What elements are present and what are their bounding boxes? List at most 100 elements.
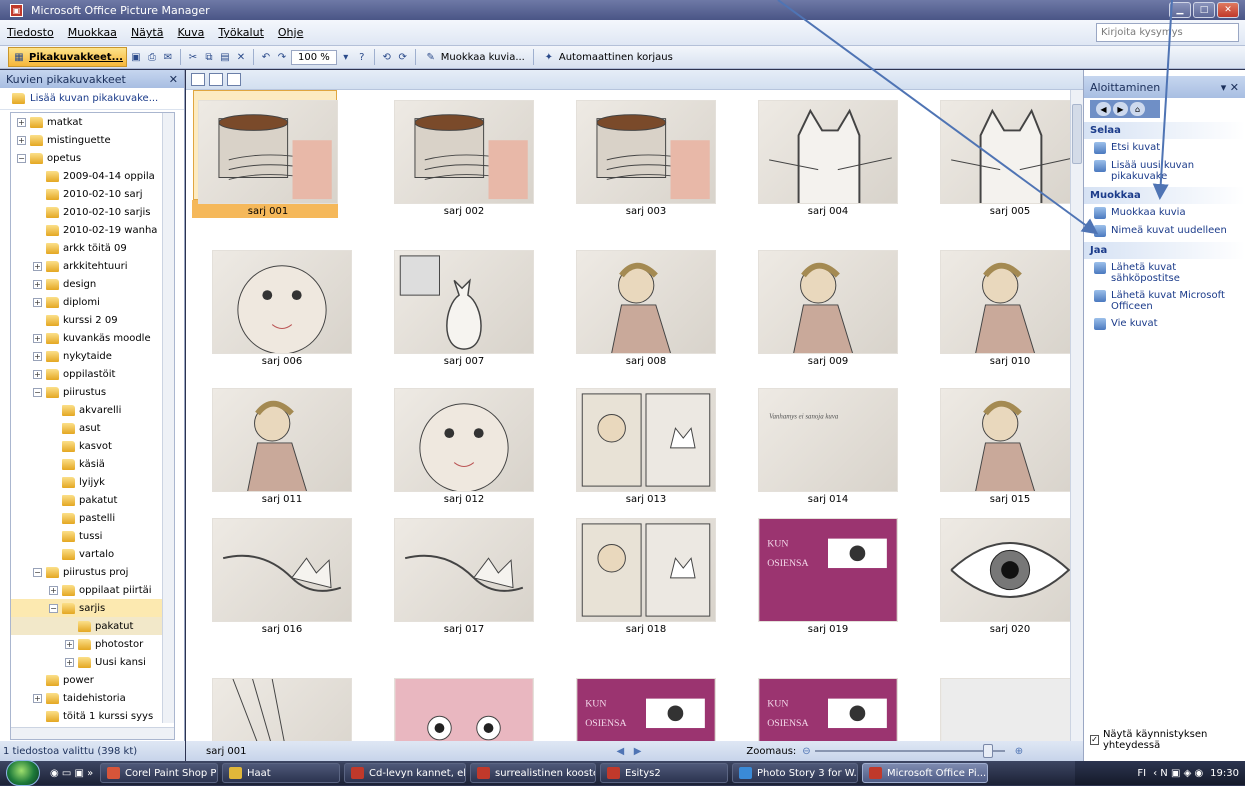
tree-item[interactable]: pakatut: [11, 617, 171, 635]
tree-item[interactable]: power: [11, 671, 171, 689]
taskbar-task[interactable]: Photo Story 3 for W...: [732, 763, 858, 783]
tree-item[interactable]: + matkat: [11, 113, 171, 131]
tree-item[interactable]: kasvot: [11, 437, 171, 455]
thumbnail[interactable]: sarj 012: [372, 378, 536, 505]
expand-toggle-icon[interactable]: +: [33, 297, 42, 307]
tray-icons[interactable]: ‹ N ▣ ◈ ◉: [1153, 768, 1203, 779]
export-pictures-link[interactable]: Vie kuvat: [1084, 315, 1245, 333]
thumbnail-view-icon[interactable]: [191, 73, 205, 86]
expand-toggle-icon[interactable]: −: [49, 603, 58, 613]
expand-toggle-icon[interactable]: +: [33, 369, 42, 379]
help-icon[interactable]: ?: [355, 50, 369, 64]
thumbnail[interactable]: sarj 018: [554, 508, 718, 635]
expand-toggle-icon[interactable]: +: [65, 657, 74, 667]
tree-item[interactable]: + oppilaat piirtäi: [11, 581, 171, 599]
save-icon[interactable]: ▣: [129, 50, 143, 64]
scroll-thumb[interactable]: [1072, 104, 1082, 164]
chevron-down-icon[interactable]: ▾ ✕: [1221, 81, 1239, 94]
tree-item[interactable]: − sarjis: [11, 599, 171, 617]
expand-toggle-icon[interactable]: −: [33, 387, 42, 397]
tree-item[interactable]: + design: [11, 275, 171, 293]
tree-item[interactable]: kurssi 2 09: [11, 311, 171, 329]
expand-toggle-icon[interactable]: +: [65, 639, 74, 649]
thumbnail[interactable]: KUN OSIENSA sarj 019: [736, 508, 900, 635]
close-icon[interactable]: ✕: [169, 73, 178, 86]
thumbnail[interactable]: KUN OSIENSA: [554, 668, 718, 741]
forward-icon[interactable]: ▶: [1113, 102, 1128, 116]
thumbnail[interactable]: sarj 011: [190, 378, 354, 505]
taskbar-task[interactable]: Cd-levyn kannet, el...: [344, 763, 466, 783]
show-at-startup-checkbox[interactable]: ✓: [1090, 735, 1099, 745]
thumbnail[interactable]: sarj 008: [554, 240, 718, 367]
tree-item[interactable]: 2009-04-14 oppila: [11, 167, 171, 185]
thumbnail[interactable]: sarj 001: [190, 90, 354, 218]
start-button[interactable]: [6, 760, 40, 786]
menu-tiedosto[interactable]: Tiedosto: [0, 26, 61, 39]
thumbnail[interactable]: sarj 016: [190, 508, 354, 635]
thumbnail[interactable]: sarj 020: [918, 508, 1082, 635]
tree-item[interactable]: 2010-02-10 sarj: [11, 185, 171, 203]
tree-item[interactable]: 2010-02-19 wanha: [11, 221, 171, 239]
thumbnail[interactable]: Vanhamys ei sanoja kuva sarj 014: [736, 378, 900, 505]
tree-item[interactable]: + photostor: [11, 635, 171, 653]
rename-pictures-link[interactable]: Nimeä kuvat uudelleen: [1084, 222, 1245, 240]
taskbar-task[interactable]: Microsoft Office Pi...: [862, 763, 988, 783]
thumbnail[interactable]: [918, 668, 1082, 741]
expand-toggle-icon[interactable]: +: [17, 117, 26, 127]
autocorrect-button[interactable]: ✦ Automaattinen korjaus: [539, 48, 676, 66]
prev-next-arrows[interactable]: ◀ ▶: [617, 746, 642, 757]
tree-item[interactable]: + arkkitehtuuri: [11, 257, 171, 275]
menu-nayta[interactable]: Näytä: [124, 26, 171, 39]
thumbnail[interactable]: sarj 013: [554, 378, 718, 505]
back-icon[interactable]: ◀: [1096, 102, 1111, 116]
cut-icon[interactable]: ✂: [186, 50, 200, 64]
thumbnail[interactable]: [372, 668, 536, 741]
tree-item[interactable]: + Uusi kansi: [11, 653, 171, 671]
language-indicator[interactable]: FI: [1137, 768, 1146, 779]
tree-item[interactable]: akvarelli: [11, 401, 171, 419]
undo-icon[interactable]: ↶: [259, 50, 273, 64]
menu-ohje[interactable]: Ohje: [271, 26, 310, 39]
copy-icon[interactable]: ⧉: [202, 50, 216, 64]
single-view-icon[interactable]: [227, 73, 241, 86]
tree-item[interactable]: 2010-02-10 sarjis: [11, 203, 171, 221]
thumbnail[interactable]: sarj 015: [918, 378, 1082, 505]
thumbnail[interactable]: sarj 004: [736, 90, 900, 217]
expand-toggle-icon[interactable]: +: [33, 693, 42, 703]
menu-muokkaa[interactable]: Muokkaa: [61, 26, 124, 39]
filmstrip-view-icon[interactable]: [209, 73, 223, 86]
tree-item[interactable]: tussi: [11, 527, 171, 545]
zoom-slider-handle[interactable]: [982, 744, 993, 758]
taskbar-task[interactable]: surrealistinen kooste: [470, 763, 596, 783]
add-shortcut-link[interactable]: Lisää kuvan pikakuvake...: [0, 88, 184, 110]
expand-toggle-icon[interactable]: +: [33, 261, 42, 271]
tree-item[interactable]: + nykytaide: [11, 347, 171, 365]
rotate-left-icon[interactable]: ⟲: [380, 50, 394, 64]
expand-toggle-icon[interactable]: +: [49, 585, 58, 595]
zoom-out-icon[interactable]: ⊖: [802, 746, 810, 757]
tree-item[interactable]: pastelli: [11, 509, 171, 527]
thumbnail-scrollbar[interactable]: [1070, 90, 1083, 741]
tree-item[interactable]: + taidehistoria: [11, 689, 171, 707]
expand-toggle-icon[interactable]: +: [17, 135, 26, 145]
delete-icon[interactable]: ✕: [234, 50, 248, 64]
add-shortcut-task-link[interactable]: Lisää uusi kuvan pikakuvake: [1084, 157, 1245, 185]
zoom-slider[interactable]: [814, 744, 1005, 758]
paste-icon[interactable]: ▤: [218, 50, 232, 64]
tree-item[interactable]: pakatut: [11, 491, 171, 509]
expand-toggle-icon[interactable]: +: [33, 351, 42, 361]
expand-toggle-icon[interactable]: −: [17, 153, 26, 163]
tree-item[interactable]: − piirustus: [11, 383, 171, 401]
thumbnail[interactable]: sarj 003: [554, 90, 718, 217]
expand-toggle-icon[interactable]: +: [33, 279, 42, 289]
tree-item[interactable]: − opetus: [11, 149, 171, 167]
tree-item[interactable]: + mistinguette: [11, 131, 171, 149]
tree-item[interactable]: asut: [11, 419, 171, 437]
menu-kuva[interactable]: Kuva: [170, 26, 211, 39]
email-icon[interactable]: ✉: [161, 50, 175, 64]
tree-item[interactable]: + diplomi: [11, 293, 171, 311]
thumbnail[interactable]: KUN OSIENSA: [736, 668, 900, 741]
find-pictures-link[interactable]: Etsi kuvat: [1084, 139, 1245, 157]
menu-tyokalut[interactable]: Työkalut: [211, 26, 271, 39]
thumbnail[interactable]: [190, 668, 354, 741]
